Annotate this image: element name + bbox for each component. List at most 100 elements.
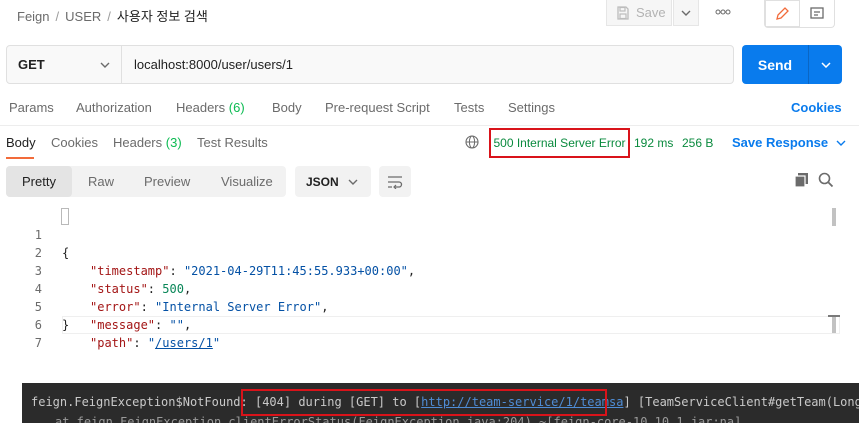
- tab-label: Params: [9, 100, 54, 115]
- status-code[interactable]: 500 Internal Server Error: [489, 128, 630, 158]
- tab-label: Authorization: [76, 100, 152, 115]
- method-label: GET: [18, 57, 45, 72]
- tab-settings[interactable]: Settings: [508, 100, 555, 115]
- breadcrumb-item-collection[interactable]: Feign: [17, 9, 50, 24]
- edit-icon: [776, 6, 790, 20]
- chevron-down-icon: [836, 140, 846, 146]
- response-time[interactable]: 192 ms: [634, 136, 673, 150]
- send-options-button[interactable]: [809, 45, 842, 84]
- copy-icon[interactable]: [794, 172, 810, 188]
- highlight-box: [241, 389, 607, 416]
- json-key: "path": [90, 336, 134, 350]
- send-button[interactable]: Send: [742, 45, 842, 84]
- json-value-link[interactable]: /users/1: [155, 336, 213, 350]
- tab-label: Pre-request Script: [325, 100, 430, 115]
- code-line: 4 "error": "Internal Server Error",: [0, 262, 840, 314]
- request-bar: GET localhost:8000/user/users/1: [6, 45, 734, 84]
- log-client: [TeamServiceClient#getTeam(Long)]:: [637, 395, 859, 409]
- breadcrumb-item-request[interactable]: 사용자 정보 검색: [117, 9, 208, 24]
- send-label: Send: [742, 45, 809, 84]
- chevron-down-icon: [100, 62, 110, 68]
- breadcrumb-item-folder[interactable]: USER: [65, 9, 101, 24]
- code-line: 3 "status": 500,: [0, 244, 840, 296]
- tab-label: Cookies: [51, 135, 98, 150]
- response-tab-cookies[interactable]: Cookies: [51, 135, 98, 150]
- save-button[interactable]: Save: [606, 0, 672, 26]
- chevron-down-icon: [348, 179, 358, 185]
- chevron-down-icon: [681, 10, 691, 16]
- response-header: Body Cookies Headers (3) Test Results 50…: [0, 125, 859, 160]
- comments-button[interactable]: [800, 0, 835, 27]
- save-response-label: Save Response: [732, 135, 829, 150]
- breadcrumb-separator: /: [107, 9, 111, 24]
- tab-tests[interactable]: Tests: [454, 100, 484, 115]
- edit-button[interactable]: [765, 0, 800, 27]
- json-value-quote: ": [147, 336, 156, 350]
- wrap-lines-icon: [388, 175, 403, 189]
- scrollbar[interactable]: [832, 208, 836, 226]
- tab-label: Settings: [508, 100, 555, 115]
- tab-count: (3): [165, 135, 182, 150]
- code-line: 2 "timestamp": "2021-04-29T11:45:55.933+…: [0, 226, 840, 278]
- top-bar: Feign / USER / 사용자 정보 검색 Save: [0, 0, 859, 30]
- code-text: }: [62, 318, 70, 332]
- code-line: 1 {: [0, 208, 840, 260]
- json-value-quote: ": [212, 336, 221, 350]
- view-mode-switcher: Pretty Raw Preview Visualize: [6, 166, 286, 197]
- tab-headers[interactable]: Headers (6): [176, 100, 245, 115]
- breadcrumb-separator: /: [55, 9, 60, 24]
- breadcrumb: Feign / USER / 사용자 정보 검색: [17, 6, 208, 25]
- tab-label: Test Results: [197, 135, 268, 150]
- active-tab-indicator: [6, 157, 34, 159]
- scrollbar[interactable]: [832, 315, 836, 333]
- code-line: 6 "path": "/users/1": [0, 298, 840, 350]
- log-line: at feign.FeignException.clientErrorStatu…: [55, 415, 742, 423]
- save-label: Save: [636, 5, 666, 20]
- tab-authorization[interactable]: Authorization: [76, 100, 152, 115]
- response-tab-test-results[interactable]: Test Results: [197, 135, 268, 150]
- url-input[interactable]: localhost:8000/user/users/1: [122, 46, 733, 83]
- method-select[interactable]: GET: [7, 46, 122, 83]
- tab-label: Headers: [176, 100, 226, 115]
- globe-icon[interactable]: [465, 135, 479, 149]
- tab-label: Tests: [454, 100, 485, 115]
- view-mode-pretty[interactable]: Pretty: [6, 166, 72, 197]
- comment-icon: [810, 6, 824, 19]
- log-exception: feign.FeignException$NotFound:: [31, 395, 255, 409]
- save-icon: [617, 5, 629, 20]
- more-icon: [715, 9, 731, 15]
- tab-count: (6): [228, 100, 245, 115]
- tab-body[interactable]: Body: [272, 100, 302, 115]
- tab-label: Body: [272, 100, 302, 115]
- tab-label: Headers: [113, 135, 163, 150]
- log-request-part: ]: [623, 395, 631, 409]
- scrollbar-cap: [828, 315, 840, 317]
- format-label: JSON: [306, 174, 339, 189]
- side-tools: [764, 0, 835, 28]
- view-mode-preview[interactable]: Preview: [144, 166, 190, 197]
- response-tab-body[interactable]: Body: [6, 135, 36, 150]
- tab-label: Body: [6, 135, 36, 150]
- wrap-lines-button[interactable]: [379, 166, 411, 197]
- bracket-match-highlight: [61, 208, 69, 225]
- line-number: 7: [34, 336, 42, 350]
- active-line-highlight: [62, 316, 840, 334]
- search-icon[interactable]: [818, 172, 834, 188]
- save-options-button[interactable]: [673, 0, 699, 26]
- format-select[interactable]: JSON: [295, 166, 371, 197]
- response-tab-headers[interactable]: Headers (3): [113, 135, 182, 150]
- code-line: 5 "message": "",: [0, 280, 840, 332]
- cookies-link[interactable]: Cookies: [791, 100, 842, 115]
- terminal-log: feign.FeignException$NotFound: [404] dur…: [22, 383, 859, 423]
- save-response-button[interactable]: Save Response: [732, 135, 846, 150]
- tab-params[interactable]: Params: [9, 100, 54, 115]
- view-mode-raw[interactable]: Raw: [88, 166, 114, 197]
- more-actions-button[interactable]: [712, 3, 734, 23]
- response-size[interactable]: 256 B: [682, 136, 713, 150]
- response-body[interactable]: 1 { 2 "timestamp": "2021-04-29T11:45:55.…: [0, 207, 840, 350]
- view-mode-visualize[interactable]: Visualize: [221, 166, 273, 197]
- tab-pre-request-script[interactable]: Pre-request Script: [325, 100, 430, 115]
- request-tabs: Params Authorization Headers (6) Body Pr…: [0, 100, 859, 118]
- chevron-down-icon: [820, 61, 831, 68]
- code-line: 7: [0, 316, 60, 350]
